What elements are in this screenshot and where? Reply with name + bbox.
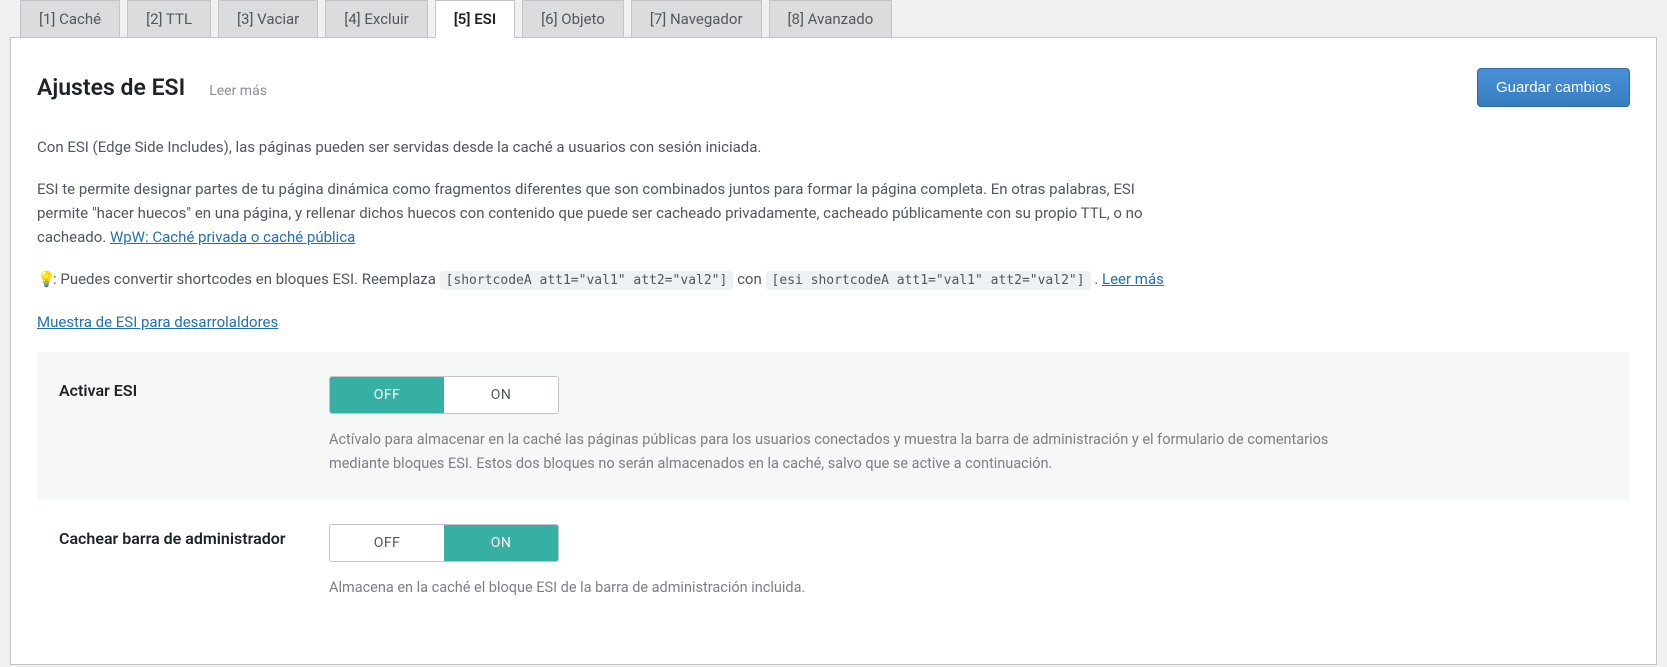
tab-advanced[interactable]: [8] Avanzado	[769, 0, 893, 38]
toggle-enable-esi-on[interactable]: ON	[444, 377, 558, 413]
intro-p2: ESI te permite designar partes de tu pág…	[37, 177, 1187, 249]
toggle-enable-esi: OFF ON	[329, 376, 559, 414]
save-button[interactable]: Guardar cambios	[1477, 68, 1630, 107]
toggle-cache-admin: OFF ON	[329, 524, 559, 562]
learn-more-link[interactable]: Leer más	[1102, 270, 1164, 288]
learn-more-header[interactable]: Leer más	[209, 83, 267, 99]
intro-p3-text-b: con	[737, 270, 765, 288]
wpw-link[interactable]: WpW: Caché privada o caché pública	[110, 228, 355, 246]
intro-p1: Con ESI (Edge Side Includes), las página…	[37, 135, 1187, 159]
setting-label-enable-esi: Activar ESI	[59, 376, 309, 402]
tab-ttl[interactable]: [2] TTL	[127, 0, 211, 38]
intro-p3-text-c: .	[1094, 270, 1102, 288]
esi-sample-link[interactable]: Muestra de ESI para desarrolaldores	[37, 313, 278, 331]
setting-desc-cache-admin: Almacena en la caché el bloque ESI de la…	[329, 576, 1349, 600]
setting-label-cache-admin: Cachear barra de administrador	[59, 524, 309, 550]
code-sample-2: [esi shortcodeA att1="val1" att2="val2"]	[766, 271, 1091, 290]
tab-esi[interactable]: [5] ESI	[435, 0, 515, 38]
tab-purge[interactable]: [3] Vaciar	[218, 0, 318, 38]
code-sample-1: [shortcodeA att1="val1" att2="val2"]	[440, 271, 734, 290]
tab-browser[interactable]: [7] Navegador	[631, 0, 762, 38]
intro-p3-text-a: : Puedes convertir shortcodes en bloques…	[53, 270, 440, 288]
tab-object[interactable]: [6] Objeto	[522, 0, 624, 38]
settings-panel: Ajustes de ESI Leer más Guardar cambios …	[10, 37, 1657, 665]
toggle-cache-admin-on[interactable]: ON	[444, 525, 558, 561]
toggle-enable-esi-off[interactable]: OFF	[330, 377, 444, 413]
intro-p3: 💡: Puedes convertir shortcodes en bloque…	[37, 267, 1187, 292]
lightbulb-icon: 💡	[37, 267, 53, 291]
tabs-bar: [1] Caché [2] TTL [3] Vaciar [4] Excluir…	[10, 0, 1657, 38]
setting-row-cache-admin: Cachear barra de administrador OFF ON Al…	[37, 500, 1630, 624]
page-title: Ajustes de ESI	[37, 74, 185, 101]
tab-exclude[interactable]: [4] Excluir	[325, 0, 427, 38]
toggle-cache-admin-off[interactable]: OFF	[330, 525, 444, 561]
setting-desc-enable-esi: Actívalo para almacenar en la caché las …	[329, 428, 1349, 476]
tab-cache[interactable]: [1] Caché	[20, 0, 120, 38]
setting-row-enable-esi: Activar ESI OFF ON Actívalo para almacen…	[37, 352, 1630, 500]
